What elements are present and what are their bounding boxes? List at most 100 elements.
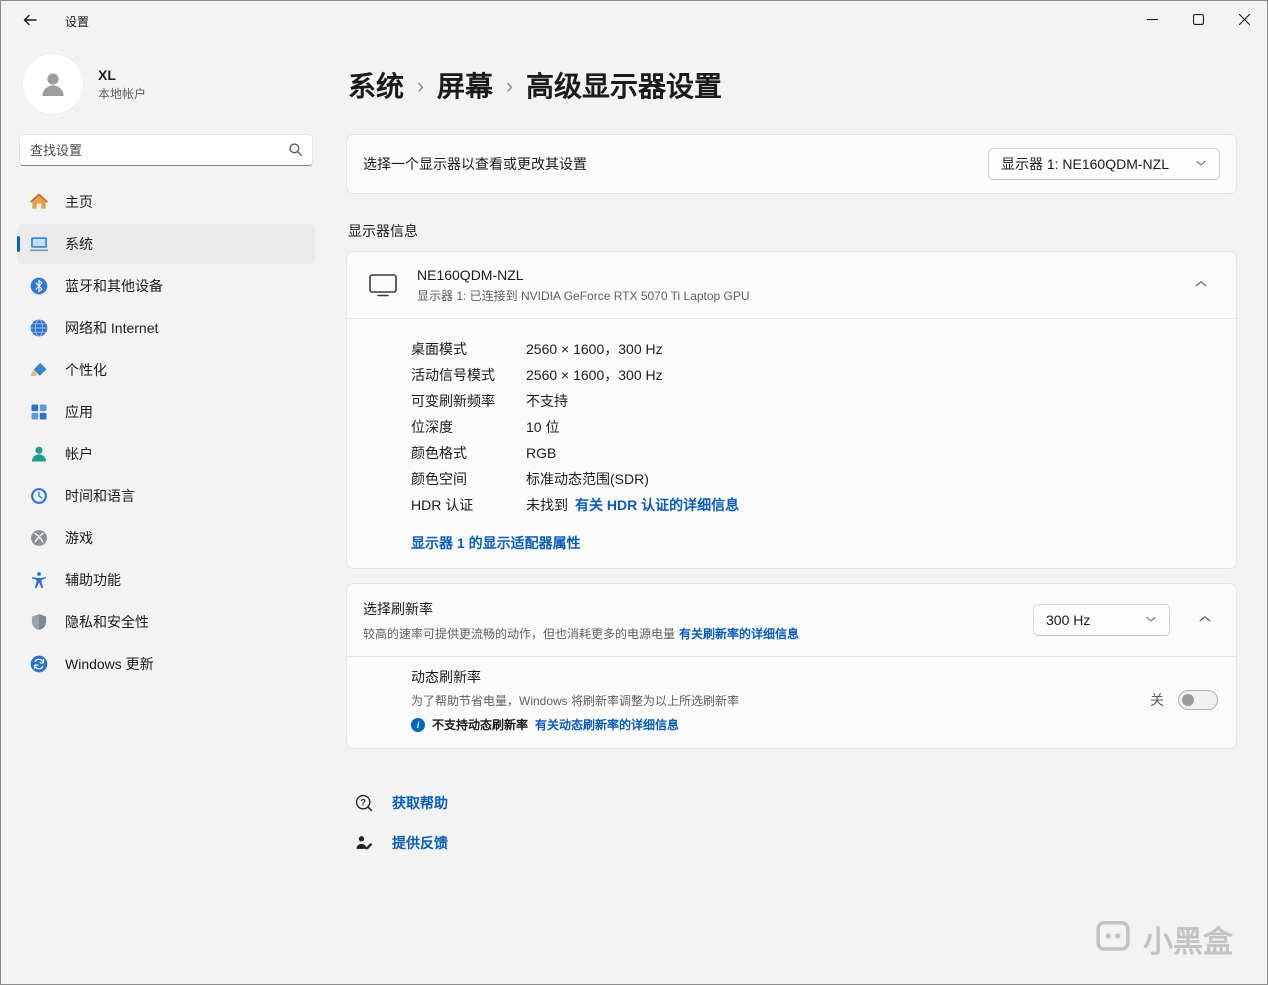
- dynamic-refresh-details-link[interactable]: 有关动态刷新率的详细信息: [535, 716, 679, 733]
- display-info-card: NE160QDM-NZL 显示器 1: 已连接到 NVIDIA GeForce …: [346, 251, 1237, 569]
- row-value: 10 位: [526, 419, 560, 435]
- display-info-section-title: 显示器信息: [348, 223, 418, 239]
- chevron-up-icon: [1198, 612, 1212, 629]
- search-input[interactable]: [19, 134, 313, 166]
- watermark: 小黑盒: [1092, 914, 1233, 964]
- chevron-down-icon: [1195, 156, 1207, 172]
- minimize-button[interactable]: [1129, 1, 1175, 39]
- get-help-row: ? 获取帮助: [354, 791, 1237, 815]
- maximize-icon: [1192, 13, 1204, 28]
- sidebar-item-apps[interactable]: 应用: [17, 392, 315, 432]
- display-info-header[interactable]: NE160QDM-NZL 显示器 1: 已连接到 NVIDIA GeForce …: [347, 252, 1236, 318]
- sidebar-item-accessibility[interactable]: 辅助功能: [17, 560, 315, 600]
- dynamic-refresh-title: 动态刷新率: [411, 669, 481, 685]
- sidebar-item-bluetooth[interactable]: 蓝牙和其他设备: [17, 266, 315, 306]
- sidebar-nav: 主页 系统 蓝牙和其他设备 网络和 Internet 个性化 应用 帐户 时间和…: [17, 182, 315, 684]
- table-row-hdr: HDR 认证 未找到 有关 HDR 认证的详细信息: [411, 496, 1220, 514]
- sidebar-item-label: 个性化: [65, 362, 107, 378]
- sidebar-item-gaming[interactable]: 游戏: [17, 518, 315, 558]
- sidebar-item-system[interactable]: 系统: [17, 224, 315, 264]
- table-row-signal-mode: 活动信号模式 2560 × 1600，300 Hz: [411, 366, 1220, 384]
- user-name: XL: [98, 66, 116, 83]
- home-icon: [29, 192, 49, 212]
- refresh-rate-collapse-button[interactable]: [1188, 603, 1222, 637]
- display-info-detail: 桌面模式 2560 × 1600，300 Hz 活动信号模式 2560 × 16…: [347, 319, 1236, 568]
- row-value: 标准动态范围(SDR): [526, 471, 649, 487]
- back-button[interactable]: [15, 7, 45, 35]
- dynamic-refresh-controls: 关: [1150, 690, 1218, 710]
- breadcrumb-display[interactable]: 屏幕: [437, 65, 493, 105]
- info-icon: i: [411, 717, 425, 732]
- window-controls: [1129, 1, 1267, 39]
- user-info: XL 本地帐户: [98, 67, 146, 102]
- avatar: [23, 54, 83, 114]
- sidebar-item-home[interactable]: 主页: [17, 182, 315, 222]
- sidebar-item-personalization[interactable]: 个性化: [17, 350, 315, 390]
- hdr-details-link[interactable]: 有关 HDR 认证的详细信息: [575, 497, 739, 513]
- refresh-rate-controls: 300 Hz: [1033, 603, 1222, 637]
- display-info-collapse-button[interactable]: [1184, 268, 1218, 302]
- user-profile[interactable]: XL 本地帐户: [23, 54, 315, 114]
- sidebar-item-accounts[interactable]: 帐户: [17, 434, 315, 474]
- apps-grid-icon: [29, 402, 49, 422]
- bluetooth-icon: [29, 276, 49, 296]
- display-name: NE160QDM-NZL: [417, 266, 524, 283]
- row-value: 未找到 有关 HDR 认证的详细信息: [526, 496, 739, 514]
- refresh-rate-row: 选择刷新率 较高的速率可提供更流畅的动作，但也消耗更多的电源电量 有关刷新率的详细…: [347, 584, 1236, 656]
- sidebar-item-label: 辅助功能: [65, 572, 121, 588]
- row-value: 不支持: [526, 393, 568, 409]
- toggle-knob: [1182, 694, 1194, 706]
- refresh-rate-description: 较高的速率可提供更流畅的动作，但也消耗更多的电源电量 有关刷新率的详细信息: [363, 626, 800, 641]
- toggle-state-label: 关: [1150, 692, 1164, 708]
- display-info-titles: NE160QDM-NZL 显示器 1: 已连接到 NVIDIA GeForce …: [417, 267, 750, 304]
- display-connection: 显示器 1: 已连接到 NVIDIA GeForce RTX 5070 Ti L…: [417, 288, 750, 303]
- refresh-rate-title: 选择刷新率: [363, 600, 433, 617]
- watermark-text: 小黑盒: [1143, 926, 1233, 959]
- table-row-color-format: 颜色格式 RGB: [411, 444, 1220, 462]
- row-value: 2560 × 1600，300 Hz: [526, 341, 663, 357]
- dynamic-refresh-status: i 不支持动态刷新率 有关动态刷新率的详细信息: [411, 716, 739, 733]
- back-arrow-icon: [22, 12, 38, 31]
- settings-window: 设置 XL 本地帐户 查找设置 主页 系统 蓝牙和其他设备 网络和 Intern…: [0, 0, 1268, 985]
- sidebar-item-label: 游戏: [65, 530, 93, 546]
- sidebar-item-label: 主页: [65, 194, 93, 210]
- maximize-button[interactable]: [1175, 1, 1221, 39]
- refresh-rate-details-link[interactable]: 有关刷新率的详细信息: [679, 627, 799, 641]
- breadcrumb-separator: ›: [506, 75, 514, 98]
- table-row-vrr: 可变刷新频率 不支持: [411, 392, 1220, 410]
- sidebar-item-label: 隐私和安全性: [65, 614, 149, 630]
- row-label: 可变刷新频率: [411, 393, 495, 409]
- accessibility-person-icon: [29, 570, 49, 590]
- system-icon: [29, 234, 49, 254]
- refresh-rate-value: 300 Hz: [1046, 612, 1091, 628]
- sidebar-item-network[interactable]: 网络和 Internet: [17, 308, 315, 348]
- row-value: RGB: [526, 445, 557, 461]
- display-select-dropdown[interactable]: 显示器 1: NE160QDM-NZL: [987, 148, 1220, 180]
- sidebar-item-time-language[interactable]: 时间和语言: [17, 476, 315, 516]
- dynamic-refresh-description: 为了帮助节省电量，Windows 将刷新率调整为以上所选刷新率: [411, 694, 740, 708]
- search-box: [19, 134, 313, 166]
- table-row-desktop-mode: 桌面模式 2560 × 1600，300 Hz: [411, 340, 1220, 358]
- sidebar-item-label: 系统: [65, 236, 93, 252]
- refresh-rate-dropdown[interactable]: 300 Hz: [1033, 604, 1170, 636]
- display-adapter-properties-link[interactable]: 显示器 1 的显示适配器属性: [411, 533, 581, 553]
- dynamic-refresh-texts: 动态刷新率 为了帮助节省电量，Windows 将刷新率调整为以上所选刷新率 i …: [411, 667, 739, 733]
- dynamic-refresh-toggle[interactable]: [1178, 690, 1218, 710]
- accounts-person-icon: [29, 444, 49, 464]
- chevron-up-icon: [1194, 277, 1208, 294]
- person-icon: [42, 73, 64, 97]
- close-icon: [1238, 13, 1250, 28]
- feedback-icon: [354, 833, 374, 853]
- hdr-value: 未找到: [526, 497, 568, 513]
- breadcrumb-system[interactable]: 系统: [348, 65, 404, 105]
- heybox-logo-icon: [1092, 914, 1134, 964]
- close-button[interactable]: [1221, 1, 1267, 39]
- xbox-icon: [29, 528, 49, 548]
- search-icon: [288, 142, 303, 162]
- sidebar-item-privacy[interactable]: 隐私和安全性: [17, 602, 315, 642]
- sidebar-item-windows-update[interactable]: Windows 更新: [17, 644, 315, 684]
- get-help-link[interactable]: 获取帮助: [392, 793, 448, 813]
- main-content: 系统 › 屏幕 › 高级显示器设置 选择一个显示器以查看或更改其设置 显示器 1…: [331, 41, 1267, 984]
- dynamic-refresh-unsupported: 不支持动态刷新率: [432, 718, 529, 732]
- feedback-link[interactable]: 提供反馈: [392, 833, 448, 853]
